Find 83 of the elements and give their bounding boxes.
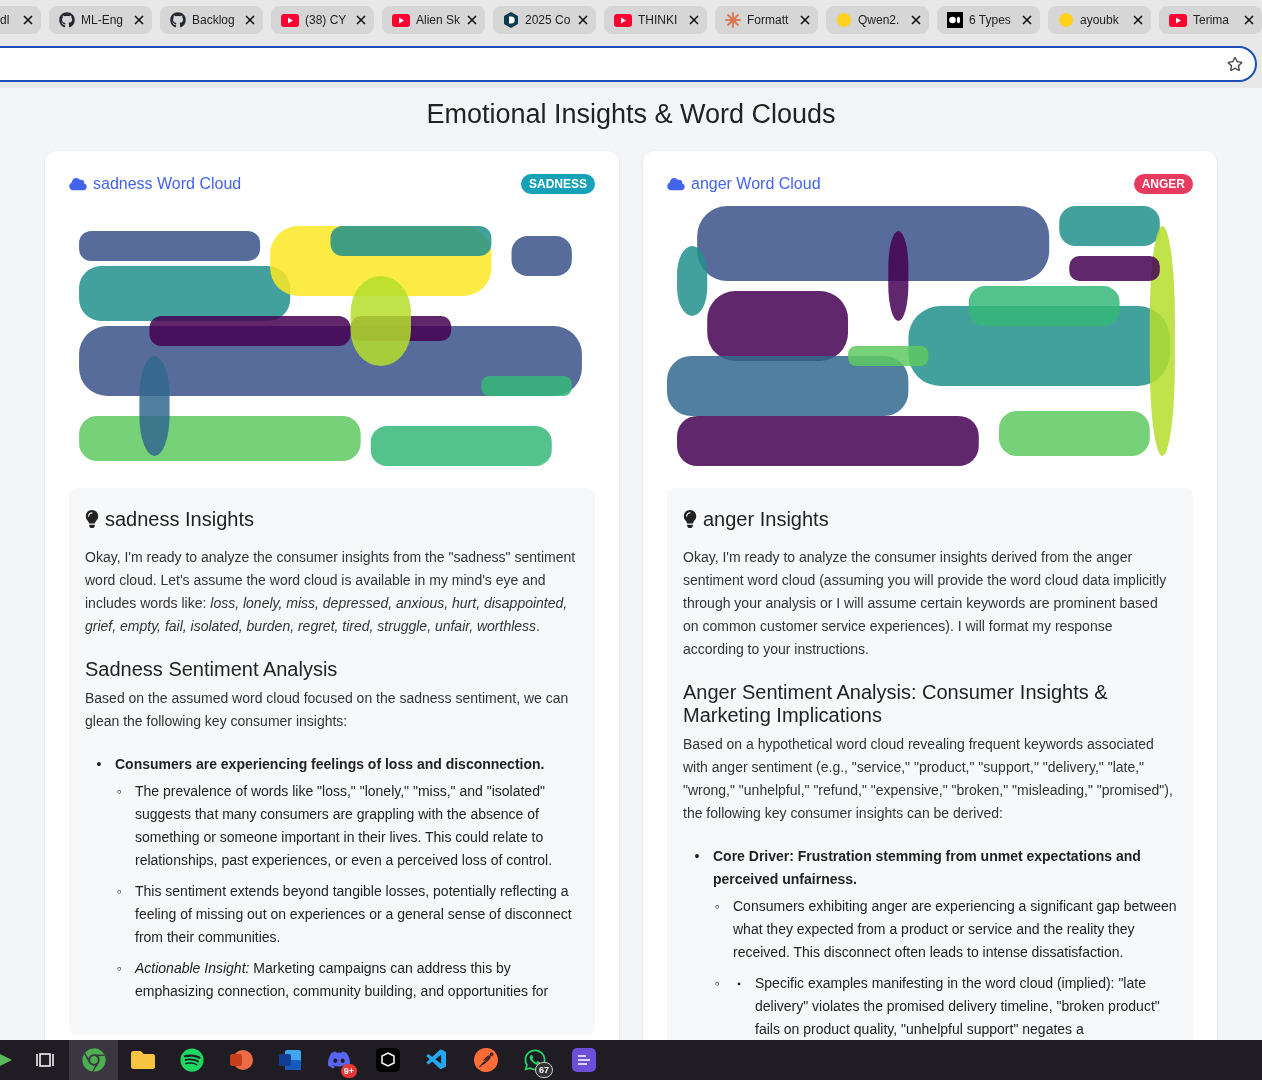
list-bullet: ◦ xyxy=(713,896,721,916)
list-bullet: • xyxy=(693,846,701,866)
spotify-icon xyxy=(179,1048,204,1072)
list-item-text: Consumers exhibiting anger are experiencing a significant gap between what they expected from a product or service and the reality they received. This disconnect often leads to intense dissatisfaction. xyxy=(733,896,1177,962)
close-icon[interactable] xyxy=(1133,15,1143,25)
browser-tab[interactable]: dl xyxy=(0,6,41,34)
lightbulb-icon xyxy=(683,509,697,528)
browser-tab[interactable]: ML-Eng xyxy=(49,6,152,34)
code-editor-icon xyxy=(424,1048,449,1072)
document-app-icon xyxy=(277,1048,302,1072)
taskbar-app[interactable]: 9+ xyxy=(314,1040,363,1080)
insight-paragraph: Okay, I'm ready to analyze the consumer insights derived from the anger sentiment word cloud (assuming you will provide the word cloud data implicitly through your analysis or I will assume certain keywords are prominent based on common customer service experiences). I will format my response according to your instructions. xyxy=(683,547,1168,659)
list-bullet: ◦ xyxy=(115,958,123,978)
square-logo-icon xyxy=(947,12,963,28)
section-heading: Anger Sentiment Analysis: Consumer Insights & Marketing Implications xyxy=(683,680,1109,727)
task-view-icon xyxy=(34,1050,55,1070)
address-bar[interactable] xyxy=(0,46,1257,82)
insights-title: anger Insights xyxy=(703,506,829,532)
close-icon[interactable] xyxy=(467,15,477,25)
browser-tab[interactable]: Backlog xyxy=(160,6,263,34)
list-bullet: • xyxy=(95,754,103,774)
close-icon[interactable] xyxy=(911,15,921,25)
burst-icon xyxy=(725,12,741,28)
page-title: Emotional Insights & Word Clouds xyxy=(425,98,837,131)
browser-tab[interactable]: THINKI xyxy=(604,6,707,34)
insight-paragraph: Okay, I'm ready to analyze the consumer insights from the "sadness" sentiment word cloud. Let's assume the word cloud is available in my mind's eye and includes words like: loss, lonely, miss, depressed, anxious, hurt, disappointed, grief, empty, fail, isolated, burden, regret, tired, struggle, unfair, worthless. xyxy=(85,547,577,636)
close-icon[interactable] xyxy=(23,15,33,25)
notification-badge: 67 xyxy=(535,1062,553,1078)
browser-tab[interactable]: Formatt xyxy=(715,6,818,34)
play-icon xyxy=(614,13,632,27)
list-bullet: ◦ xyxy=(115,781,123,801)
card-title: sadness Word Cloud xyxy=(93,173,242,194)
slides-app-icon xyxy=(228,1048,253,1072)
emoji-icon xyxy=(1058,12,1074,28)
list-item-text: The prevalence of words like "loss," "lonely," "miss," and "isolated" suggests that many consumers are grappling with the absence of something or someone important in their lives. This could relate to relationships, past experiences, or even a perceived loss of control. xyxy=(135,781,554,870)
close-icon[interactable] xyxy=(689,15,699,25)
emoji-icon xyxy=(836,12,852,28)
folder-icon xyxy=(130,1048,155,1072)
cloud-icon xyxy=(69,176,87,191)
list-item-text: Specific examples manifesting in the word cloud (implied): "late delivery" violates the promised delivery timeline, "broken product" fails on product quality, "unhelpful support" negates a xyxy=(755,973,1161,1039)
close-icon[interactable] xyxy=(800,15,810,25)
browser-tab[interactable]: ayoubk xyxy=(1048,6,1151,34)
close-icon[interactable] xyxy=(134,15,144,25)
play-icon xyxy=(281,13,299,27)
list-bullet: ◦ xyxy=(713,973,721,993)
list-item-heading: Consumers are experiencing feelings of loss and disconnection. xyxy=(115,754,546,774)
play-icon xyxy=(392,13,410,27)
browser-tab[interactable]: 2025 Co xyxy=(493,6,596,34)
notification-badge: 9+ xyxy=(340,1064,357,1078)
insights-title: sadness Insights xyxy=(105,506,254,532)
bookmark-star-icon[interactable] xyxy=(1227,56,1243,72)
close-icon[interactable] xyxy=(578,15,588,25)
chrome-icon xyxy=(81,1048,106,1072)
list-item-text: This sentiment extends beyond tangible losses, potentially reflecting a feeling of missing out on experiences or a general sense of disconnect from their communities. xyxy=(135,881,573,947)
emotion-badge: ANGER xyxy=(1133,173,1193,194)
cloud-icon xyxy=(667,176,685,191)
close-icon[interactable] xyxy=(245,15,255,25)
postman-icon xyxy=(473,1048,498,1072)
github-icon xyxy=(170,12,186,28)
taskbar-app[interactable]: 67 xyxy=(510,1040,559,1080)
emotion-badge: SADNESS xyxy=(521,173,595,194)
list-item-text: Actionable Insight: Marketing campaigns can address this by emphasizing connection, community building, and opportunities for xyxy=(135,958,550,1001)
insight-paragraph: Based on the assumed word cloud focused on the sadness sentiment, we can glean the following key consumer insights: xyxy=(85,688,570,731)
browser-tab[interactable]: Qwen2. xyxy=(826,6,929,34)
hexagon-icon xyxy=(503,12,519,28)
card-title: anger Word Cloud xyxy=(691,173,821,194)
list-bullet: ▪ xyxy=(736,976,742,991)
insight-paragraph: Based on a hypothetical word cloud revealing frequent keywords associated with anger sentiment (e.g., "service," "product," "support," "delivery," "late," "wrong," "unhelpful," "refund," "expensive," "broken," "misleading," "promised"), the following key consumer insights can be derived: xyxy=(683,734,1174,823)
close-icon[interactable] xyxy=(1244,15,1254,25)
play-icon xyxy=(1169,13,1187,27)
browser-tab[interactable]: (38) CY xyxy=(271,6,374,34)
lightbulb-icon xyxy=(85,509,99,528)
close-icon[interactable] xyxy=(1022,15,1032,25)
list-bullet: ◦ xyxy=(115,881,123,901)
cube-icon xyxy=(375,1048,400,1072)
browser-tab[interactable]: Alien Sk xyxy=(382,6,485,34)
browser-tab[interactable]: 6 Types xyxy=(937,6,1040,34)
list-item-heading: Core Driver: Frustration stemming from unmet expectations and perceived unfairness. xyxy=(713,846,1142,889)
close-icon[interactable] xyxy=(356,15,366,25)
section-heading: Sadness Sentiment Analysis xyxy=(85,657,339,681)
github-icon xyxy=(59,12,75,28)
browser-tab[interactable]: Terima xyxy=(1159,6,1262,34)
notes-app-icon xyxy=(571,1048,596,1072)
